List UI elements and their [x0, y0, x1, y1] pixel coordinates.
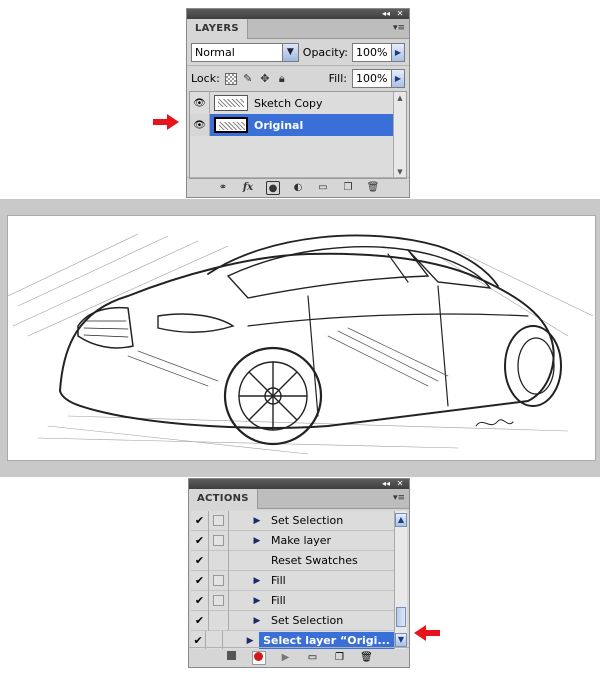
opacity-field[interactable]: 100%	[352, 42, 392, 62]
layers-titlebar: ◂◂ ✕	[187, 9, 409, 19]
red-arrow-icon	[153, 114, 179, 130]
layer-list: 👁︎ Sketch Copy 👁︎ Original ▲ ▼	[189, 91, 407, 179]
scroll-down-icon[interactable]: ▼	[395, 633, 407, 647]
adjustment-layer-icon[interactable]: ◐	[291, 181, 305, 195]
expand-triangle-icon[interactable]: ▶	[251, 596, 263, 606]
lock-position-move-icon[interactable]: ✥	[259, 72, 271, 85]
fill-arrow-icon[interactable]: ▶	[392, 69, 405, 88]
eye-icon[interactable]: 👁︎	[190, 92, 210, 114]
action-item[interactable]: ✔ ▶ Set Selection	[191, 610, 394, 631]
check-icon[interactable]: ✔	[191, 570, 209, 591]
actions-scrollbar[interactable]: ▲ ▼	[394, 511, 407, 649]
check-icon[interactable]: ✔	[191, 530, 209, 551]
layer-thumbnail	[214, 95, 248, 111]
eye-icon[interactable]: 👁︎	[190, 114, 210, 136]
tab-layers[interactable]: LAYERS	[187, 19, 248, 39]
fill-label: Fill:	[328, 72, 347, 85]
blend-mode-value: Normal	[195, 45, 235, 59]
stop-icon[interactable]	[225, 650, 239, 665]
new-group-icon[interactable]: ▭	[316, 181, 330, 195]
dialog-toggle[interactable]	[209, 511, 229, 531]
chevron-down-icon[interactable]: ▼	[281, 43, 298, 61]
record-icon[interactable]	[251, 650, 266, 665]
panel-menu-icon[interactable]: ▾≡	[393, 493, 405, 503]
collapse-icon[interactable]: ◂◂	[381, 479, 391, 489]
action-name: Reset Swatches	[271, 554, 358, 567]
new-action-icon[interactable]: ❐	[333, 651, 347, 665]
tab-actions[interactable]: ACTIONS	[189, 489, 258, 509]
new-set-icon[interactable]: ▭	[306, 651, 320, 665]
layer-thumbnail	[214, 117, 248, 133]
close-icon[interactable]: ✕	[395, 479, 405, 489]
expand-triangle-icon[interactable]: ▶	[251, 576, 263, 586]
new-layer-icon[interactable]: ❐	[341, 181, 355, 195]
check-icon[interactable]: ✔	[191, 550, 209, 571]
actions-bottom-toolbar: ▶ ▭ ❐ 🗑︎	[189, 647, 409, 667]
expand-triangle-icon[interactable]: ▶	[251, 616, 263, 626]
expand-triangle-icon[interactable]: ▶	[251, 516, 263, 526]
layers-tab-row: LAYERS ▾≡	[187, 19, 409, 39]
dialog-toggle[interactable]	[209, 590, 229, 611]
check-icon[interactable]: ✔	[191, 590, 209, 611]
actions-titlebar: ◂◂ ✕	[189, 479, 409, 489]
fill-field[interactable]: 100%	[352, 69, 392, 88]
check-icon[interactable]: ✔	[191, 610, 209, 631]
dialog-toggle[interactable]	[209, 570, 229, 591]
action-item[interactable]: ✔ ▶ Make layer	[191, 530, 394, 551]
opacity-label: Opacity:	[302, 45, 348, 59]
action-name: Set Selection	[271, 514, 344, 527]
car-sketch-image	[7, 215, 596, 461]
action-item[interactable]: ✔ ▶ Fill	[191, 570, 394, 591]
layers-panel: ◂◂ ✕ LAYERS ▾≡ Normal ▼ Opacity: 100% ▶ …	[186, 8, 410, 198]
blend-mode-select[interactable]: Normal ▼	[191, 42, 299, 62]
layer-name: Original	[254, 118, 304, 132]
car-sketch-drawing	[7, 233, 594, 455]
lock-all-icon[interactable]: 🔒︎	[276, 72, 288, 85]
trash-icon[interactable]: 🗑︎	[366, 181, 380, 195]
scroll-up-icon[interactable]: ▲	[395, 513, 407, 527]
sketch-frame	[0, 199, 600, 477]
dialog-toggle[interactable]	[209, 550, 229, 571]
action-item[interactable]: ✔ ▶ Fill	[191, 590, 394, 611]
layer-row-original[interactable]: 👁︎ Original	[190, 114, 394, 136]
trash-icon[interactable]: 🗑︎	[360, 651, 374, 665]
red-arrow-icon	[414, 625, 440, 641]
play-icon[interactable]: ▶	[279, 651, 293, 665]
blend-row: Normal ▼ Opacity: 100% ▶	[187, 39, 409, 65]
check-icon[interactable]: ✔	[191, 511, 209, 531]
layers-bottom-toolbar: ⚭ fx ● ◐ ▭ ❐ 🗑︎	[187, 177, 409, 197]
actions-panel: ◂◂ ✕ ACTIONS ▾≡ ✔ ▶ Set Selection ✔ ▶ Ma…	[188, 478, 410, 668]
layer-style-fx-icon[interactable]: fx	[241, 181, 255, 195]
layers-scrollbar[interactable]: ▲ ▼	[393, 92, 406, 178]
scroll-thumb[interactable]	[396, 607, 406, 627]
opacity-arrow-icon[interactable]: ▶	[392, 42, 405, 62]
panel-menu-icon[interactable]: ▾≡	[393, 23, 405, 33]
lock-row: Lock: ✎ ✥ 🔒︎ Fill: 100% ▶	[187, 65, 409, 91]
action-name: Make layer	[271, 534, 332, 547]
scroll-up-icon[interactable]: ▲	[394, 92, 406, 104]
expand-triangle-icon[interactable]: ▶	[245, 636, 255, 646]
action-item[interactable]: ✔ Reset Swatches	[191, 550, 394, 571]
lock-label: Lock:	[191, 72, 220, 85]
expand-triangle-icon[interactable]: ▶	[251, 536, 263, 546]
lock-paint-brush-icon[interactable]: ✎	[242, 72, 254, 85]
dialog-toggle[interactable]	[209, 530, 229, 551]
add-mask-icon[interactable]: ●	[266, 180, 280, 195]
action-item[interactable]: ✔ ▶ Set Selection	[191, 511, 394, 531]
action-name: Fill	[271, 594, 286, 607]
layer-name: Sketch Copy	[254, 96, 323, 110]
lock-transparent-icon[interactable]	[224, 72, 237, 85]
dialog-toggle[interactable]	[209, 610, 229, 631]
close-icon[interactable]: ✕	[395, 9, 405, 19]
action-name: Set Selection	[271, 614, 344, 627]
link-layers-icon[interactable]: ⚭	[216, 181, 230, 195]
action-name: Fill	[271, 574, 286, 587]
collapse-icon[interactable]: ◂◂	[381, 9, 391, 19]
actions-list: ✔ ▶ Set Selection ✔ ▶ Make layer ✔ Reset…	[191, 511, 407, 649]
layer-row-sketch-copy[interactable]: 👁︎ Sketch Copy	[190, 92, 394, 114]
actions-tab-row: ACTIONS ▾≡	[189, 489, 409, 509]
